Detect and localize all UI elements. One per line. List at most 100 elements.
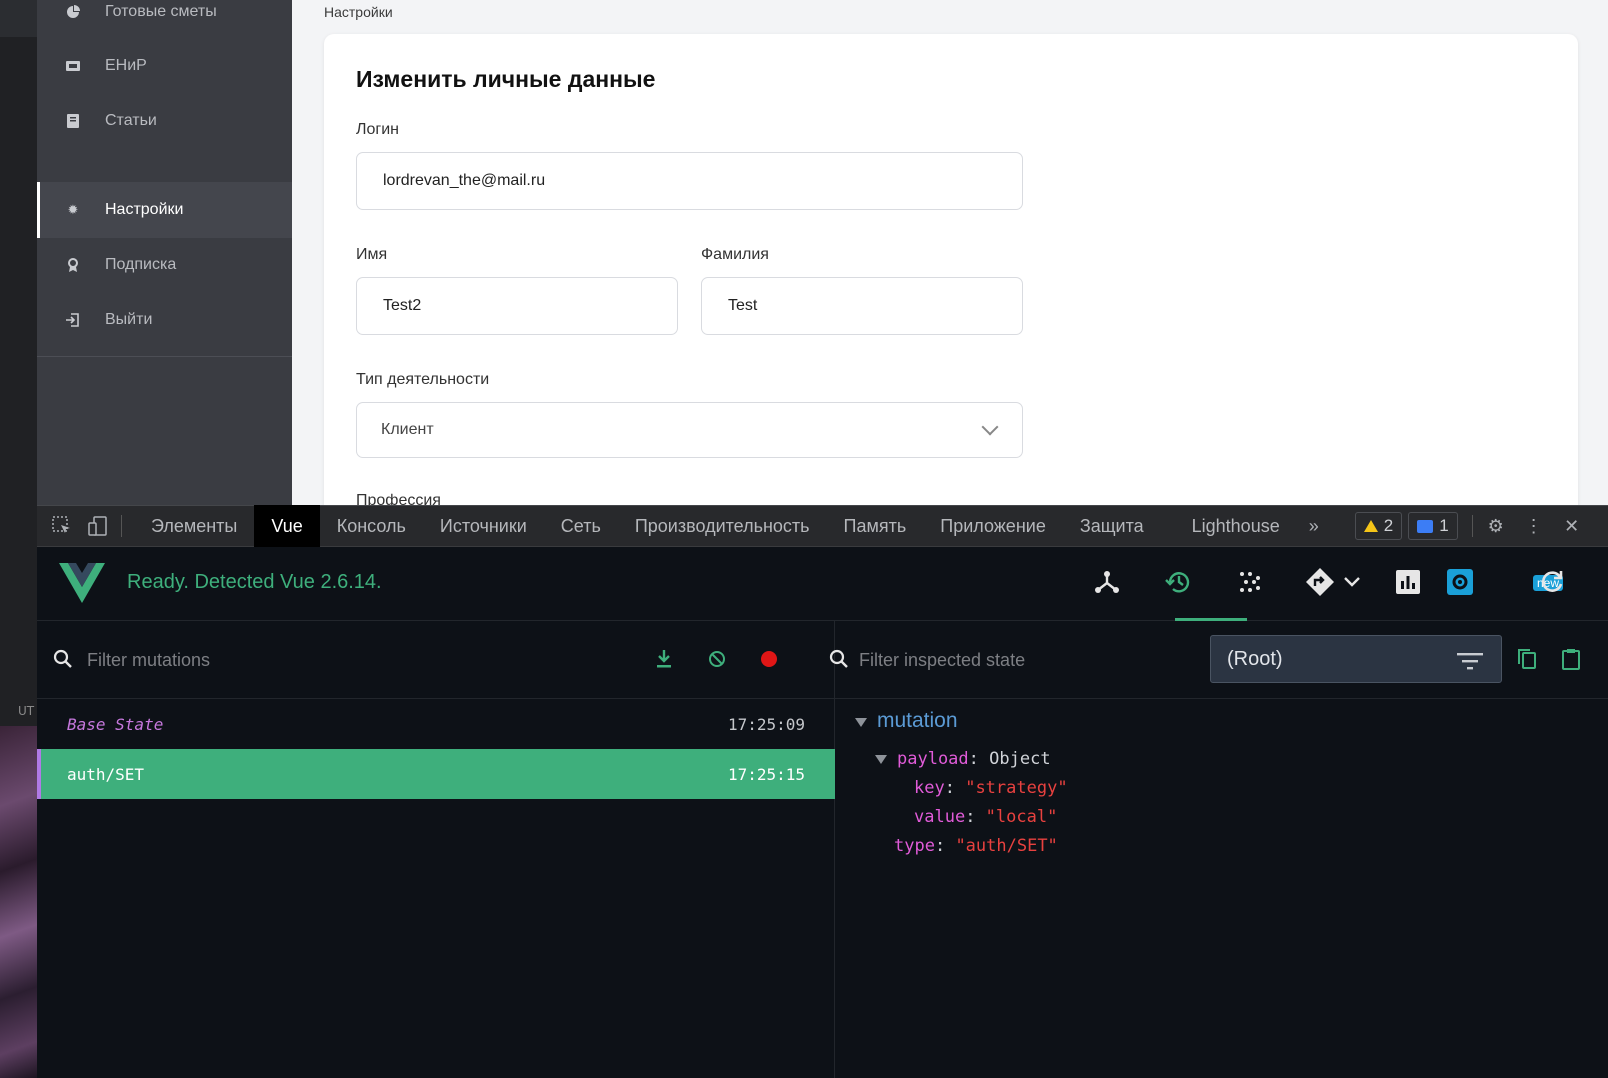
tree-section-mutation[interactable]: mutation <box>855 709 958 733</box>
inspect-element-icon[interactable] <box>51 515 73 537</box>
activity-value: Клиент <box>381 421 434 438</box>
paste-clipboard-icon[interactable] <box>1559 647 1583 671</box>
mutation-name: auth/SET <box>67 764 145 784</box>
sidebar: Готовые сметы ЕНиР Статьи ✹ Настройки По… <box>37 0 292 505</box>
payload-type: Object <box>989 749 1051 769</box>
vue-status: Ready. Detected Vue 2.6.14. <box>127 571 382 593</box>
last-name-field[interactable]: Test <box>701 277 1023 335</box>
first-name-label: Имя <box>356 246 388 263</box>
profile-card: Изменить личные данные Логин lordrevan_t… <box>324 34 1578 505</box>
copy-icon[interactable] <box>1515 647 1539 671</box>
sidebar-item-label: Подписка <box>105 256 177 273</box>
sidebar-item-label: Выйти <box>105 311 153 328</box>
key-value[interactable]: "strategy" <box>965 778 1067 798</box>
profession-label: Профессия <box>356 492 441 505</box>
mutation-time: 17:25:15 <box>727 764 805 784</box>
sidebar-item-articles[interactable]: Статьи <box>37 93 292 149</box>
list-item[interactable]: Base State 17:25:09 <box>37 699 835 749</box>
settings-gear-icon[interactable]: ⚙ <box>1485 515 1507 537</box>
download-icon[interactable] <box>652 647 676 671</box>
warnings-badge[interactable]: 2 <box>1354 512 1403 540</box>
main-content: Настройки Изменить личные данные Логин l… <box>292 0 1608 505</box>
tree-row-key: key: "strategy" <box>914 778 1068 798</box>
record-icon[interactable] <box>757 647 781 671</box>
filter-list-icon <box>1457 653 1483 670</box>
last-name-value: Test <box>728 297 758 314</box>
root-select-value: (Root) <box>1227 647 1283 670</box>
search-icon <box>53 649 72 668</box>
sidebar-item-settings[interactable]: ✹ Настройки <box>37 182 292 238</box>
filter-state-input[interactable] <box>859 647 1189 673</box>
book-icon <box>65 113 81 129</box>
vue-logo-icon <box>59 563 105 603</box>
tab-network[interactable]: Сеть <box>544 505 618 547</box>
tree-row-type: type: "auth/SET" <box>894 836 1058 856</box>
mutations-panel: Base State 17:25:09 auth/SET 17:25:15 <box>37 621 835 1078</box>
more-tabs-icon[interactable]: » <box>1303 515 1325 537</box>
mutations-search-row <box>37 621 835 699</box>
sidebar-item-logout[interactable]: Выйти <box>37 292 292 348</box>
vue-settings-icon[interactable] <box>1443 565 1477 599</box>
toolbar-separator <box>121 515 122 537</box>
warnings-count: 2 <box>1383 516 1394 535</box>
mutation-name: Base State <box>67 714 164 734</box>
devtools-tabbar: Элементы Vue Консоль Источники Сеть Прои… <box>37 505 1608 547</box>
toolbar-separator <box>1471 515 1473 537</box>
window-edge: UT <box>0 0 37 1078</box>
sidebar-item-label: Настройки <box>105 201 184 218</box>
screen: UT Готовые сметы ЕНиР Статьи ✹ Настройки <box>0 0 1608 1078</box>
messages-count: 1 <box>1439 516 1449 535</box>
logout-icon <box>65 312 81 328</box>
tab-sources[interactable]: Источники <box>423 505 544 547</box>
messages-badge[interactable]: 1 <box>1408 512 1458 540</box>
root-select[interactable]: (Root) <box>1210 635 1502 683</box>
tab-console[interactable]: Консоль <box>320 505 423 547</box>
type-key: type <box>894 836 935 856</box>
close-icon[interactable]: ✕ <box>1561 515 1583 537</box>
value-value[interactable]: "local" <box>986 807 1058 827</box>
first-name-field[interactable]: Test2 <box>356 277 678 335</box>
type-value[interactable]: "auth/SET" <box>955 836 1057 856</box>
sidebar-item-enir[interactable]: ЕНиР <box>37 38 292 94</box>
gear-icon: ✹ <box>67 202 79 217</box>
first-name-value: Test2 <box>383 297 422 314</box>
filter-mutations-input[interactable] <box>87 647 627 673</box>
list-item[interactable]: auth/SET 17:25:15 <box>37 749 835 799</box>
device-toolbar-icon[interactable] <box>87 515 109 537</box>
tab-memory[interactable]: Память <box>827 505 924 547</box>
key-key: key <box>914 778 945 798</box>
clear-ban-icon[interactable] <box>705 647 729 671</box>
chevron-down-icon[interactable] <box>1335 565 1369 599</box>
breadcrumb: Настройки <box>324 4 393 20</box>
routing-icon[interactable] <box>1303 565 1337 599</box>
tab-performance[interactable]: Производительность <box>618 505 827 547</box>
activity-label: Тип деятельности <box>356 371 490 388</box>
timeline-history-icon[interactable] <box>1162 565 1196 599</box>
expand-triangle-icon <box>855 717 867 727</box>
sidebar-item-estimates[interactable]: Готовые сметы <box>37 0 292 40</box>
refresh-icon[interactable] <box>1535 565 1569 599</box>
components-tree-icon[interactable] <box>1090 565 1124 599</box>
activity-select[interactable]: Клиент <box>356 402 1023 458</box>
tree-row-payload[interactable]: payload: Object <box>875 749 1051 769</box>
mutation-time: 17:25:09 <box>727 714 805 734</box>
tab-vue[interactable]: Vue <box>254 505 320 547</box>
payload-key: payload <box>897 749 969 769</box>
vue-devtools-header: Ready. Detected Vue 2.6.14. new <box>37 547 1608 621</box>
login-field[interactable]: lordrevan_the@mail.ru <box>356 152 1023 210</box>
more-options-icon[interactable]: ⋮ <box>1523 515 1545 537</box>
ticket-icon <box>65 58 81 74</box>
page-title: Изменить личные данные <box>356 66 656 92</box>
tab-security[interactable]: Защита <box>1063 505 1161 547</box>
sidebar-item-label: Статьи <box>105 112 157 129</box>
inspector-search-row: (Root) <box>829 621 1608 699</box>
tab-elements[interactable]: Элементы <box>134 505 254 547</box>
search-icon <box>829 649 848 668</box>
events-dots-icon[interactable] <box>1233 565 1267 599</box>
sidebar-item-subscription[interactable]: Подписка <box>37 237 292 293</box>
tab-application[interactable]: Приложение <box>923 505 1063 547</box>
chevron-down-icon <box>981 418 999 436</box>
award-icon <box>65 257 81 273</box>
performance-chart-icon[interactable] <box>1391 565 1425 599</box>
tab-lighthouse[interactable]: Lighthouse <box>1175 505 1297 547</box>
